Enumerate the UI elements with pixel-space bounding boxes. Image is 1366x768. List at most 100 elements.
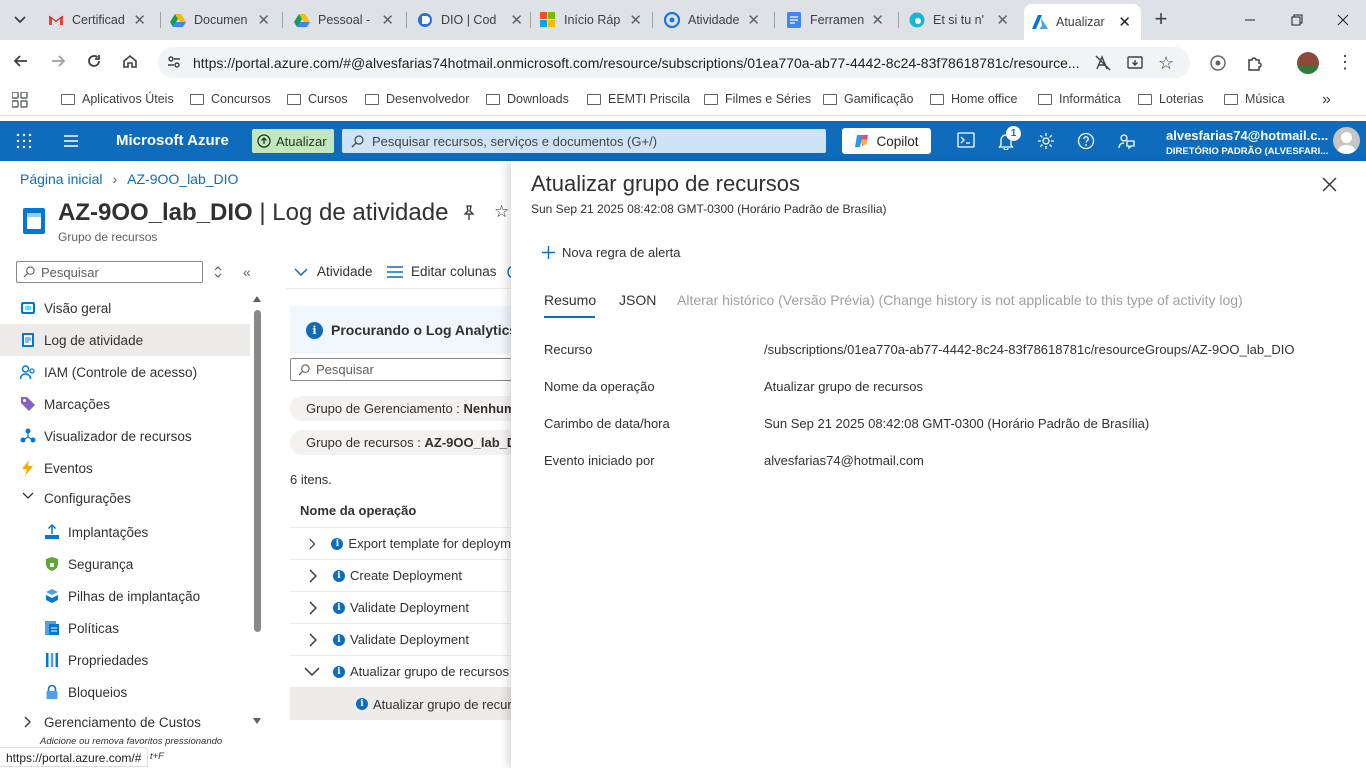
browser-tab[interactable]: Ferramen ✕ [786, 6, 886, 34]
bookmark-folder[interactable]: Home office [930, 92, 1017, 106]
apps-grid-icon[interactable] [12, 92, 28, 108]
hamburger-menu-icon[interactable] [63, 133, 79, 149]
sidebar-search-input[interactable]: Pesquisar [16, 261, 203, 283]
bookmark-star-icon[interactable]: ☆ [1158, 53, 1174, 74]
breadcrumb-resource-link[interactable]: AZ-9OO_lab_DIO [127, 171, 238, 187]
browser-tab-active[interactable]: Atualizar ✕ [1024, 4, 1141, 40]
table-row[interactable]: i Export template for deploym [290, 528, 511, 560]
sidebar-item-properties[interactable]: Propriedades [0, 644, 250, 676]
account-email[interactable]: alvesfarias74@hotmail.c... [1166, 128, 1328, 143]
bookmark-folder[interactable]: Concursos [190, 92, 271, 106]
close-tab-icon[interactable]: ✕ [747, 11, 760, 29]
azure-brand[interactable]: Microsoft Azure [116, 132, 229, 149]
close-tab-icon[interactable]: ✕ [257, 11, 270, 29]
install-app-icon[interactable] [1126, 54, 1144, 72]
table-row[interactable]: i Validate Deployment [290, 624, 511, 656]
copilot-button[interactable]: Copilot [842, 128, 931, 154]
upgrade-button[interactable]: Atualizar [252, 129, 334, 153]
sidebar-group-cost-management[interactable]: Gerenciamento de Custos [0, 706, 250, 738]
sidebar-sort-icon[interactable] [213, 265, 223, 279]
maximize-button[interactable] [1287, 10, 1307, 30]
extension-icon[interactable] [1209, 54, 1227, 72]
browser-tab[interactable]: DIO | Cod ✕ [417, 6, 527, 34]
pin-icon[interactable] [461, 205, 477, 221]
sidebar-item-iam[interactable]: IAM (Controle de acesso) [0, 356, 250, 388]
table-row[interactable]: i Atualizar grupo de recursos [290, 656, 511, 688]
bookmark-folder[interactable]: Gamificação [823, 92, 913, 106]
browser-tab[interactable]: Início Ráp ✕ [540, 6, 642, 34]
sidebar-scrollbar[interactable] [253, 296, 262, 726]
close-tab-icon[interactable]: ✕ [1118, 13, 1131, 31]
bookmark-folder[interactable]: Aplicativos Úteis [61, 92, 174, 106]
table-row-child-selected[interactable]: i Atualizar grupo de recur [290, 688, 511, 720]
browser-tab[interactable]: Certificad ✕ [48, 6, 152, 34]
bookmark-folder[interactable]: Cursos [287, 92, 348, 106]
minimize-button[interactable] [1240, 10, 1260, 30]
account-avatar[interactable] [1333, 127, 1360, 154]
help-icon[interactable] [1077, 132, 1095, 150]
browser-menu-icon[interactable]: ⋮ [1336, 53, 1354, 71]
new-tab-button[interactable]: + [1150, 8, 1172, 32]
activity-search-input[interactable]: Pesquisar [290, 358, 511, 381]
url-text[interactable]: https://portal.azure.com/#@alvesfarias74… [193, 55, 1083, 71]
tab-json[interactable]: JSON [619, 292, 656, 308]
sidebar-item-overview[interactable]: Visão geral [0, 292, 250, 324]
new-alert-rule-button[interactable]: Nova regra de alerta [541, 245, 681, 260]
close-tab-icon[interactable]: ✕ [996, 11, 1009, 29]
sidebar-item-locks[interactable]: Bloqueios [0, 676, 250, 708]
browser-tab[interactable]: Et si tu n' ✕ [909, 6, 1011, 34]
sidebar-item-activity-log[interactable]: Log de atividade [0, 324, 250, 356]
more-bookmarks-icon[interactable]: » [1322, 91, 1331, 109]
browser-tab[interactable]: Documen ✕ [170, 6, 274, 34]
sidebar-item-policies[interactable]: Políticas [0, 612, 250, 644]
bookmark-folder[interactable]: Música [1224, 92, 1285, 106]
breadcrumb-home-link[interactable]: Página inicial [20, 171, 103, 187]
filter-pill-management-group[interactable]: Grupo de Gerenciamento : Nenhum [290, 396, 511, 421]
sidebar-item-security[interactable]: Segurança [0, 548, 250, 580]
sidebar-item-resource-visualizer[interactable]: Visualizador de recursos [0, 420, 250, 452]
sidebar-item-tags[interactable]: Marcações [0, 388, 250, 420]
edit-columns-button[interactable]: Editar colunas [387, 264, 497, 279]
bookmark-folder[interactable]: Loterias [1138, 92, 1203, 106]
close-tab-icon[interactable]: ✕ [381, 11, 394, 29]
scrollbar-thumb[interactable] [254, 310, 261, 632]
close-tab-icon[interactable]: ✕ [629, 11, 642, 29]
table-row[interactable]: i Create Deployment [290, 560, 511, 592]
bookmark-folder[interactable]: Downloads [486, 92, 569, 106]
browser-tab[interactable]: Atividade ✕ [664, 6, 764, 34]
sidebar-group-settings[interactable]: Configurações [0, 482, 250, 514]
cloud-shell-icon[interactable] [957, 132, 975, 148]
sidebar-item-events[interactable]: Eventos [0, 452, 250, 484]
table-row[interactable]: i Validate Deployment [290, 592, 511, 624]
address-bar[interactable]: https://portal.azure.com/#@alvesfarias74… [158, 47, 1190, 78]
tab-search-button[interactable] [8, 10, 32, 30]
filter-pill-resource-group[interactable]: Grupo de recursos : AZ-9OO_lab_D [290, 430, 511, 455]
column-header-operation[interactable]: Nome da operação [300, 503, 416, 518]
close-tab-icon[interactable]: ✕ [871, 11, 884, 29]
favorite-star-icon[interactable]: ☆ [494, 202, 509, 222]
waffle-menu-icon[interactable] [16, 133, 32, 149]
close-window-button[interactable] [1333, 10, 1353, 30]
bookmark-folder[interactable]: Desenvolvedor [365, 92, 469, 106]
settings-gear-icon[interactable] [1037, 132, 1055, 150]
profile-avatar[interactable] [1297, 52, 1319, 74]
sidebar-item-deployment-stacks[interactable]: Pilhas de implantação [0, 580, 250, 612]
close-panel-button[interactable] [1322, 177, 1337, 192]
scroll-down-arrow-icon[interactable] [253, 718, 261, 724]
forward-button[interactable] [49, 52, 67, 70]
bookmark-folder[interactable]: Filmes e Séries [704, 92, 811, 106]
bookmark-folder[interactable]: Informática [1038, 92, 1121, 106]
browser-tab[interactable]: Pessoal - ✕ [294, 6, 398, 34]
global-search-input[interactable]: Pesquisar recursos, serviços e documento… [342, 129, 826, 153]
feedback-icon[interactable] [1117, 132, 1135, 150]
close-tab-icon[interactable]: ✕ [133, 11, 146, 29]
back-button[interactable] [12, 52, 30, 70]
home-button[interactable] [121, 52, 139, 70]
translate-off-icon[interactable] [1094, 54, 1112, 72]
reload-button[interactable] [85, 52, 103, 70]
activity-toolbar-button[interactable]: Atividade [294, 264, 373, 279]
extensions-puzzle-icon[interactable] [1246, 54, 1264, 72]
scroll-up-arrow-icon[interactable] [253, 296, 261, 302]
tab-summary[interactable]: Resumo [544, 292, 596, 318]
collapse-sidebar-icon[interactable]: « [243, 264, 251, 280]
